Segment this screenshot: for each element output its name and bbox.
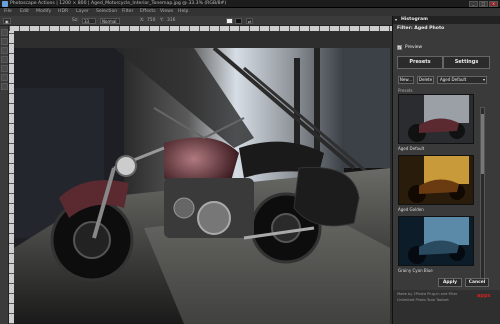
x-label: X: [140, 18, 145, 23]
foreground-swatch[interactable] [226, 18, 233, 24]
title-bar: Photoscape Actions | 1200 × 800 | Aged_M… [0, 0, 500, 8]
horizontal-ruler [9, 26, 392, 31]
thumbnail-label: Grainy Cyan Blue [398, 268, 433, 273]
thumbnail-image [399, 217, 473, 265]
photo-illustration [14, 48, 390, 324]
footer-logo[interactable]: apps [477, 293, 491, 299]
close-button[interactable]: × [489, 1, 498, 7]
panel-header: Histogram ▾ [393, 16, 500, 24]
presets-button[interactable]: Presets [397, 56, 443, 69]
tool-preset-button[interactable]: ▣ [3, 18, 11, 24]
preset-select[interactable]: Aged Default ▾ [437, 76, 487, 84]
move-tool-icon[interactable] [1, 29, 8, 36]
menu-edit[interactable]: Edit [20, 9, 29, 14]
select-tool-icon[interactable] [1, 38, 8, 45]
eraser-tool-icon[interactable] [1, 74, 8, 81]
size-input[interactable]: 33 [82, 18, 96, 24]
panel-footer: Made by 2Photo Plug-in and Filter Unlimi… [393, 290, 500, 324]
thumbnail-label: Aged Golden [398, 207, 424, 212]
settings-button[interactable]: Settings [443, 56, 490, 69]
menu-views[interactable]: Views [160, 9, 173, 14]
preset-thumbnail-grainy-cyan-blue[interactable] [398, 216, 474, 266]
filter-title: Filter: Aged Photo [397, 26, 445, 31]
size-label: Sz: [72, 18, 79, 23]
brush-tool-icon[interactable] [1, 65, 8, 72]
menu-bar: File Edit Modify HDR Layer Selection Fil… [0, 8, 500, 16]
x-value: 750 [147, 18, 156, 23]
menu-selection[interactable]: Selection [96, 9, 117, 14]
preset-select-value: Aged Default [440, 77, 467, 82]
collapse-icon[interactable]: ▾ [395, 17, 397, 22]
chevron-down-icon: ▾ [482, 77, 485, 82]
menu-filter[interactable]: Filter [122, 9, 133, 14]
menu-layer[interactable]: Layer [76, 9, 89, 14]
cancel-button[interactable]: Cancel [465, 278, 489, 287]
apply-button[interactable]: Apply [438, 278, 462, 287]
background-swatch[interactable] [235, 18, 242, 24]
y-value: 316 [167, 18, 176, 23]
filter-panel: Histogram ▾ Filter: Aged Photo ✓ Preview… [392, 16, 500, 324]
minimize-button[interactable]: _ [469, 1, 478, 7]
preview-label: Preview [405, 45, 423, 50]
swap-colors-icon[interactable]: ⇄ [246, 18, 253, 24]
app-icon [2, 1, 8, 7]
maximize-button[interactable]: □ [479, 1, 488, 7]
zoom-tool-icon[interactable] [1, 83, 8, 90]
motorcycle-photo[interactable] [14, 48, 390, 324]
menu-hdr[interactable]: HDR [58, 9, 68, 14]
window-title: Photoscape Actions | 1200 × 800 | Aged_M… [10, 1, 227, 6]
presets-section-label: Presets [398, 88, 413, 93]
preset-thumbnail-aged-default[interactable] [398, 94, 474, 144]
thumbnail-image [399, 95, 473, 143]
menu-modify[interactable]: Modify [36, 9, 51, 14]
menu-effects[interactable]: Effects [140, 9, 156, 14]
preview-checkbox[interactable]: ✓ [397, 45, 402, 50]
new-preset-button[interactable]: New... [398, 76, 414, 84]
tool-palette [0, 26, 9, 324]
presets-scrollbar[interactable] [480, 107, 485, 284]
footer-line2: Unlimited Photo Tone Toolset [397, 298, 449, 302]
mode-select[interactable]: Normal [100, 18, 120, 24]
delete-preset-button[interactable]: Delete [417, 76, 434, 84]
scrollbar-thumb[interactable] [481, 114, 484, 174]
menu-help[interactable]: Help [178, 9, 188, 14]
preset-thumbnail-aged-golden[interactable] [398, 155, 474, 205]
crop-tool-icon[interactable] [1, 56, 8, 63]
lasso-tool-icon[interactable] [1, 47, 8, 54]
panel-header-title: Histogram [401, 17, 428, 22]
thumbnail-label: Aged Default [398, 146, 425, 151]
thumbnail-image [399, 156, 473, 204]
y-label: Y: [160, 18, 164, 23]
footer-line1: Made by 2Photo Plug-in and Filter [397, 292, 458, 296]
menu-file[interactable]: File [4, 9, 12, 14]
